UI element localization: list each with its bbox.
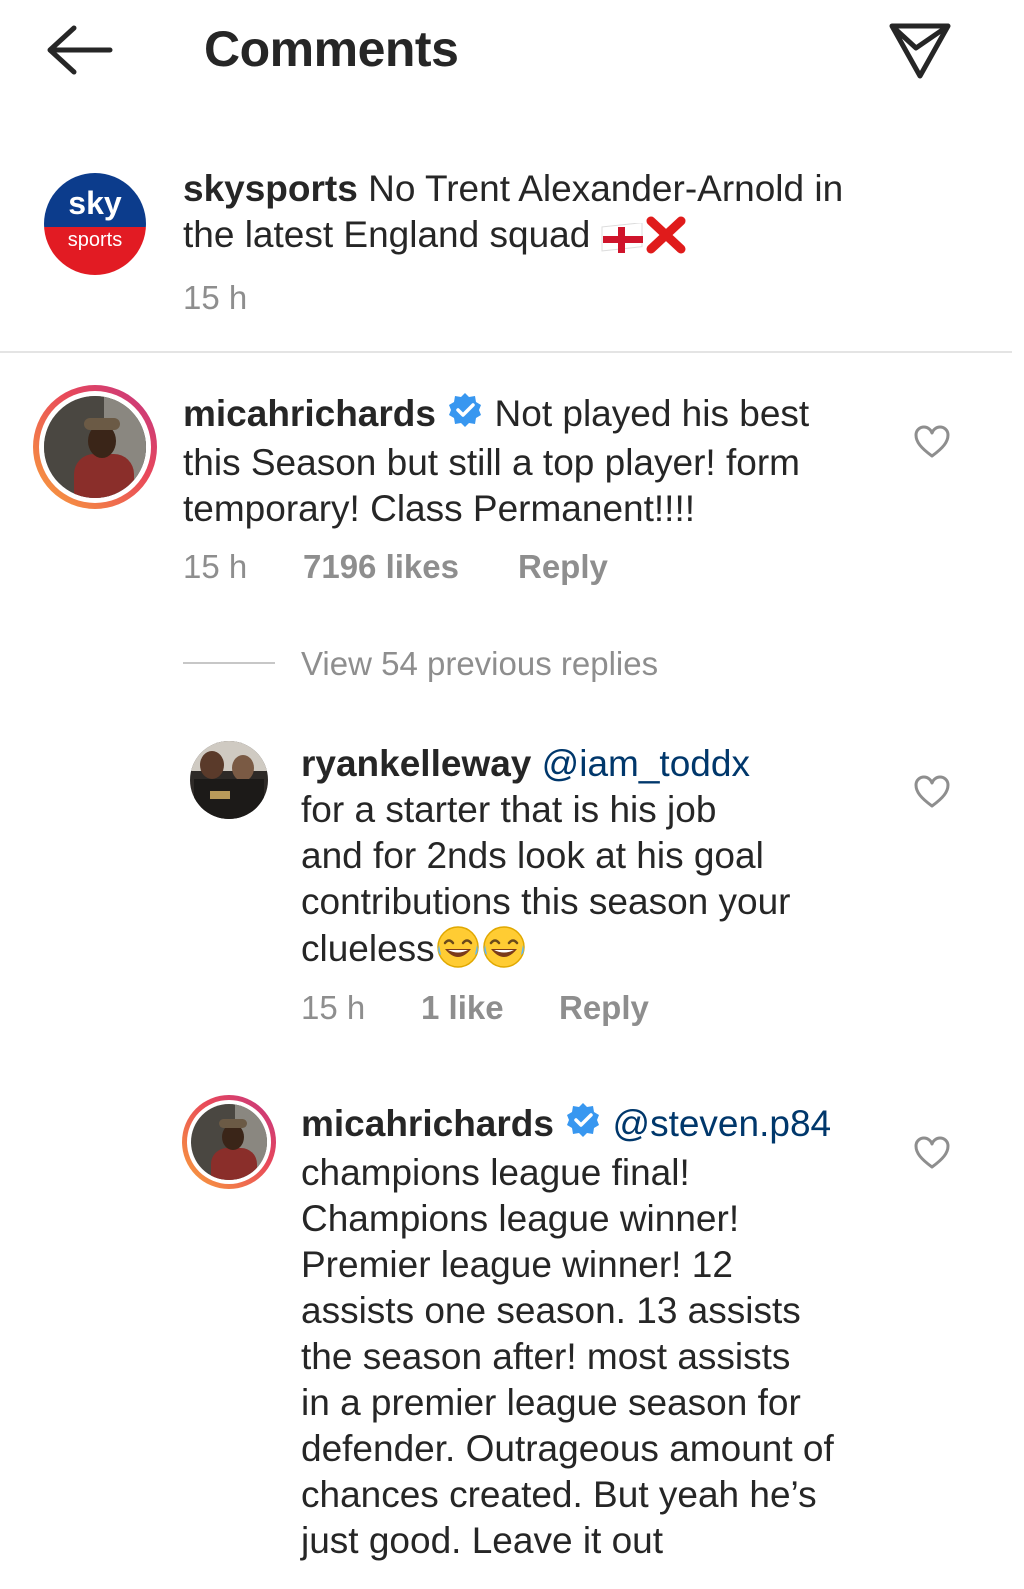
reply-line-8: chances created. But yeah he’s <box>301 1474 817 1515</box>
like-heart-icon[interactable] <box>913 424 951 465</box>
reply-button[interactable]: Reply <box>518 548 608 586</box>
reply-text: ryankelleway @iam_toddx for a starter th… <box>301 741 861 980</box>
reply-line-2: Champions league winner! <box>301 1198 740 1239</box>
england-flag-icon <box>601 220 645 266</box>
divider <box>0 351 1012 353</box>
back-arrow-icon[interactable] <box>40 22 116 78</box>
post-timestamp: 15 h <box>183 279 248 316</box>
comment-timestamp: 15 h <box>183 548 248 585</box>
mention-link[interactable]: @iam_toddx <box>542 743 750 784</box>
caption-line-1: No Trent Alexander-Arnold in <box>368 168 844 209</box>
mention-link[interactable]: @steven.p84 <box>613 1103 832 1144</box>
reply-line-9: just good. Leave it out <box>301 1520 664 1561</box>
view-replies-button[interactable]: View 54 previous replies <box>301 645 658 683</box>
comment-line-3: temporary! Class Permanent!!!! <box>183 488 696 529</box>
verified-badge-icon <box>446 391 484 440</box>
caption-line-2: the latest England squad <box>183 214 591 255</box>
red-cross-icon <box>645 215 687 266</box>
comment-likes[interactable]: 7196 likes <box>303 548 459 586</box>
reply-line-4: assists one season. 13 assists <box>301 1290 801 1331</box>
reply-line-4: clueless <box>301 928 435 969</box>
avatar[interactable] <box>33 385 157 509</box>
reply-likes[interactable]: 1 like <box>421 989 504 1027</box>
page-title: Comments <box>204 21 459 77</box>
reply-line-5: the season after! most assists <box>301 1336 791 1377</box>
sky-logo-text: sky <box>68 185 122 221</box>
reply-line-1: for a starter that is his job <box>301 789 717 830</box>
verified-badge-icon <box>564 1101 602 1150</box>
reply-line-1: champions league final! <box>301 1152 690 1193</box>
comment-line-1: Not played his best <box>494 393 810 434</box>
avatar[interactable] <box>190 741 268 819</box>
reply-line-3: Premier league winner! 12 <box>301 1244 733 1285</box>
replies-line <box>183 662 275 664</box>
reply-username[interactable]: ryankelleway <box>301 743 531 784</box>
share-icon[interactable] <box>884 16 956 82</box>
post-username[interactable]: skysports <box>183 168 358 209</box>
reply-button[interactable]: Reply <box>559 989 649 1027</box>
reply-text: micahrichards @steven.p84 champions leag… <box>301 1101 881 1564</box>
avatar[interactable] <box>182 1095 276 1189</box>
comment-username[interactable]: micahrichards <box>183 393 436 434</box>
post-caption: skysports No Trent Alexander-Arnold in t… <box>183 166 883 266</box>
reply-line-6: in a premier league season for <box>301 1382 801 1423</box>
sports-logo-text: sports <box>67 229 123 251</box>
laughing-emoji-icon <box>435 925 481 980</box>
like-heart-icon[interactable] <box>913 1135 951 1176</box>
comment-text: micahrichards Not played his best this S… <box>183 391 873 532</box>
comment-line-2: this Season but still a top player! form <box>183 442 800 483</box>
reply-line-7: defender. Outrageous amount of <box>301 1428 834 1469</box>
like-heart-icon[interactable] <box>913 774 951 815</box>
reply-line-3: contributions this season your <box>301 881 791 922</box>
skysports-avatar[interactable]: sky sports <box>44 173 146 275</box>
laughing-emoji-icon <box>481 925 527 980</box>
reply-username[interactable]: micahrichards <box>301 1103 554 1144</box>
reply-timestamp: 15 h <box>301 989 366 1026</box>
reply-line-2: and for 2nds look at his goal <box>301 835 764 876</box>
